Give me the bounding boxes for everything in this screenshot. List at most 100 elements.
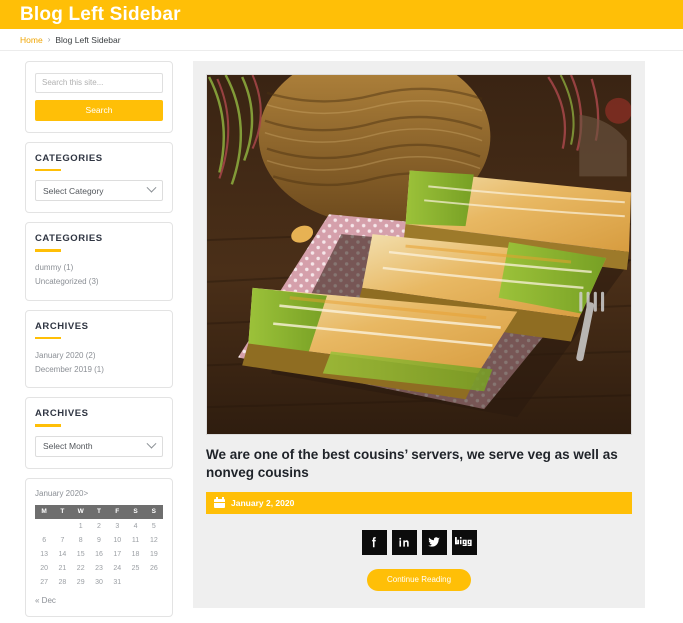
- calendar-day: 10: [113, 536, 122, 544]
- calendar-week-row: 13 14 15 16 17 18 19: [35, 547, 163, 561]
- post-date: January 2, 2020: [231, 497, 295, 508]
- calendar-day: 12: [149, 536, 158, 544]
- calendar-weekday: T: [89, 504, 109, 519]
- calendar-day: [145, 575, 163, 589]
- calendar-day: 31: [113, 578, 122, 586]
- cta-row: Continue Reading: [206, 568, 632, 595]
- page-title: Blog Left Sidebar: [20, 4, 181, 25]
- list-item[interactable]: January 2020 (2): [35, 348, 163, 362]
- calendar-table: M T W T F S S 1 2 3 4 5 6 7 8 9 10 11 12…: [35, 504, 163, 589]
- post-title[interactable]: We are one of the best cousins’ servers,…: [206, 446, 632, 482]
- archive-link: December 2019 (1): [35, 364, 104, 374]
- continue-reading-button[interactable]: Continue Reading: [366, 568, 472, 591]
- category-select-value: Select Category: [43, 185, 104, 196]
- calendar-day: 2: [97, 522, 101, 530]
- calendar-day: 22: [76, 564, 85, 572]
- twitter-icon[interactable]: [421, 529, 447, 555]
- widget-archives-list: ARCHIVES January 2020 (2) December 2019 …: [25, 309, 173, 388]
- list-item[interactable]: December 2019 (1): [35, 362, 163, 376]
- calendar-day: 30: [95, 578, 103, 586]
- calendar-week-row: 6 7 8 9 10 11 12: [35, 533, 163, 547]
- search-input[interactable]: [35, 72, 163, 93]
- calendar-day: 4: [133, 522, 138, 530]
- breadcrumb-separator-icon: ›: [47, 35, 51, 44]
- widget-title-archives-dropdown: ARCHIVES: [35, 408, 89, 419]
- calendar-icon: [214, 497, 225, 509]
- calendar-day: 18: [131, 550, 140, 558]
- calendar-day: 21: [58, 564, 67, 572]
- calendar-day: 23: [95, 564, 103, 572]
- digg-icon[interactable]: [451, 529, 477, 555]
- calendar-day: 20: [40, 564, 49, 572]
- widget-archives-dropdown: ARCHIVES Select Month: [25, 397, 173, 469]
- calendar-day: 25: [131, 564, 140, 572]
- post-meta-date-bar: January 2, 2020: [206, 491, 632, 514]
- main-content: We are one of the best cousins’ servers,…: [180, 61, 683, 623]
- calendar-weekday: W: [71, 504, 90, 519]
- calendar-day: 8: [78, 536, 83, 544]
- widget-calendar: January 2020> M T W T F S S 1 2 3 4 5 6 …: [25, 477, 173, 617]
- calendar-week-row: 1 2 3 4 5: [35, 519, 163, 533]
- calendar-day: 3: [115, 522, 120, 530]
- calendar-day: 14: [58, 550, 67, 558]
- linkedin-icon[interactable]: [391, 529, 417, 555]
- breadcrumb-link-home[interactable]: Home: [20, 35, 43, 45]
- calendar-day: 5: [151, 522, 156, 530]
- month-select-value: Select Month: [43, 441, 93, 451]
- archive-link: January 2020 (2): [35, 350, 96, 360]
- sidebar: Search CATEGORIES Select Category CATEGO…: [0, 61, 180, 623]
- calendar-weekday: T: [53, 504, 72, 519]
- calendar-day: 7: [60, 536, 65, 544]
- calendar-day: [53, 519, 71, 533]
- calendar-prev-month-link[interactable]: « Dec: [35, 589, 163, 605]
- calendar-weekday: M: [35, 504, 54, 519]
- calendar-week-row: 27 28 29 30 31: [35, 575, 163, 589]
- social-share-row: [206, 529, 632, 555]
- widget-title-archives-list: ARCHIVES: [35, 320, 89, 332]
- categories-link-list: dummy (1) Uncategorized (3): [35, 261, 163, 289]
- calendar-day: 17: [113, 550, 122, 558]
- calendar-weekday: S: [126, 504, 145, 519]
- calendar-day: 19: [149, 550, 158, 558]
- page-body: Search CATEGORIES Select Category CATEGO…: [0, 51, 683, 623]
- calendar-caption: January 2020>: [35, 488, 89, 498]
- post-card: We are one of the best cousins’ servers,…: [193, 61, 645, 608]
- category-link: Uncategorized (3): [35, 277, 99, 286]
- widget-categories-list: CATEGORIES dummy (1) Uncategorized (3): [25, 222, 173, 301]
- chevron-down-icon: [146, 182, 157, 193]
- breadcrumb: Home › Blog Left Sidebar: [0, 29, 683, 51]
- category-link: dummy (1): [35, 263, 74, 272]
- calendar-day: 6: [42, 536, 47, 544]
- calendar-day: 16: [95, 550, 103, 558]
- widget-search: Search: [25, 61, 173, 133]
- widget-title-rule: [35, 249, 61, 252]
- widget-title-rule: [35, 168, 61, 171]
- list-item[interactable]: Uncategorized (3): [35, 275, 163, 289]
- post-featured-image[interactable]: [206, 74, 632, 435]
- calendar-day: 28: [58, 578, 67, 586]
- calendar-day: 29: [76, 578, 85, 586]
- facebook-icon[interactable]: [361, 529, 387, 555]
- list-item[interactable]: dummy (1): [35, 261, 163, 275]
- category-select[interactable]: Select Category: [35, 180, 163, 201]
- calendar-day: 26: [149, 564, 158, 572]
- widget-categories-dropdown: CATEGORIES Select Category: [25, 141, 173, 213]
- calendar-day: 13: [40, 550, 49, 558]
- site-header: Blog Left Sidebar: [0, 0, 683, 29]
- calendar-day: 24: [113, 564, 122, 572]
- chevron-down-icon: [146, 438, 157, 449]
- calendar-week-row: 20 21 22 23 24 25 26: [35, 561, 163, 575]
- widget-title-categories-list: CATEGORIES: [35, 233, 103, 244]
- widget-title-categories-dropdown: CATEGORIES: [35, 152, 103, 164]
- search-button[interactable]: Search: [35, 99, 163, 121]
- archives-link-list: January 2020 (2) December 2019 (1): [35, 348, 163, 376]
- calendar-day: 27: [40, 578, 49, 586]
- calendar-day: 11: [131, 536, 140, 544]
- baklava-photo-illustration: [207, 75, 631, 434]
- calendar-day: [35, 519, 53, 533]
- month-select[interactable]: Select Month: [35, 435, 163, 457]
- calendar-weekday-row: M T W T F S S: [35, 504, 163, 519]
- breadcrumb-current: Blog Left Sidebar: [55, 34, 121, 45]
- calendar-weekday: S: [144, 504, 163, 519]
- widget-title-rule: [35, 424, 61, 427]
